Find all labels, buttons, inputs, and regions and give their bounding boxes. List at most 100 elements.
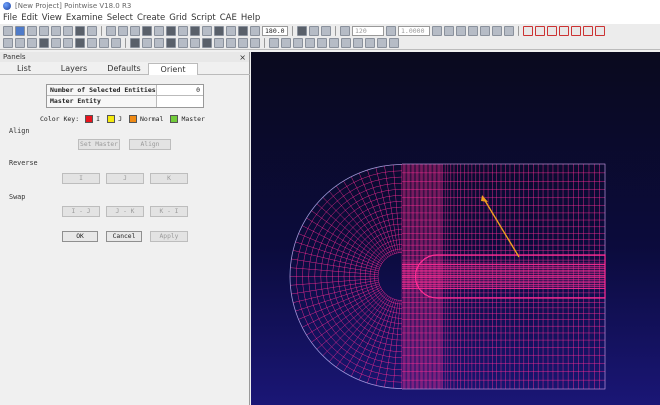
new-file-icon[interactable] — [3, 25, 13, 36]
unstructured-domain-icon[interactable] — [154, 38, 164, 48]
apply-button[interactable]: Apply — [150, 231, 188, 242]
display-icon[interactable] — [269, 38, 279, 48]
conic-icon[interactable] — [87, 38, 97, 48]
swap-jk-button[interactable]: J - K — [106, 206, 144, 217]
line-icon[interactable] — [3, 38, 13, 48]
zx-view-icon[interactable] — [547, 25, 557, 36]
point-icon[interactable] — [51, 38, 61, 48]
spacing-field[interactable]: 1.0000 — [398, 25, 430, 36]
spacing-tool-icon[interactable] — [386, 25, 396, 36]
polyline-icon[interactable] — [99, 38, 109, 48]
split-icon[interactable] — [202, 25, 212, 36]
pick-icon[interactable] — [377, 38, 387, 48]
copy-icon[interactable] — [118, 25, 128, 36]
domain-icon[interactable] — [309, 25, 319, 36]
cae-icon[interactable] — [250, 38, 260, 48]
measure-icon[interactable] — [432, 25, 442, 36]
zy-view-icon[interactable] — [583, 25, 593, 36]
delete-icon[interactable] — [63, 25, 73, 36]
show-icon[interactable] — [353, 38, 363, 48]
menu-create[interactable]: Create — [137, 13, 165, 23]
xz-view-icon[interactable] — [559, 25, 569, 36]
dimension-field[interactable]: 120 — [352, 25, 384, 36]
solve-icon[interactable] — [456, 25, 466, 36]
lighting-icon[interactable] — [305, 38, 315, 48]
cancel-button[interactable]: Cancel — [106, 231, 142, 242]
block-icon[interactable] — [321, 25, 331, 36]
structured-domain-icon[interactable] — [142, 38, 152, 48]
lock-icon[interactable] — [329, 38, 339, 48]
rotate-icon[interactable] — [154, 25, 164, 36]
menu-grid[interactable]: Grid — [169, 13, 187, 23]
examine-icon[interactable] — [444, 25, 454, 36]
unstructured-block-icon[interactable] — [178, 38, 188, 48]
yz-view-icon[interactable] — [535, 25, 545, 36]
tab-orient[interactable]: Orient — [148, 63, 198, 75]
tab-defaults[interactable]: Defaults — [100, 63, 148, 75]
boundary-icon[interactable] — [226, 38, 236, 48]
connector-icon[interactable] — [39, 38, 49, 48]
menu-view[interactable]: View — [42, 13, 62, 23]
volume-icon[interactable] — [238, 38, 248, 48]
extrude-icon[interactable] — [468, 25, 478, 36]
arrow-icon[interactable] — [389, 38, 399, 48]
xy-view-icon[interactable] — [523, 25, 533, 36]
translate-icon[interactable] — [142, 25, 152, 36]
iso-view-icon[interactable] — [595, 25, 605, 36]
assemble-icon[interactable] — [190, 38, 200, 48]
reverse-i-button[interactable]: I — [62, 173, 100, 184]
align-button[interactable]: Align — [129, 139, 171, 150]
menu-examine[interactable]: Examine — [66, 13, 103, 23]
zoom-value-field[interactable]: 180.0 — [262, 25, 288, 36]
save-icon[interactable] — [27, 25, 37, 36]
swap-ij-button[interactable]: I - J — [62, 206, 100, 217]
paste-icon[interactable] — [130, 25, 140, 36]
reverse-k-button[interactable]: K — [150, 173, 188, 184]
database-icon[interactable] — [214, 38, 224, 48]
ok-button[interactable]: OK — [62, 231, 98, 242]
tab-layers[interactable]: Layers — [48, 63, 100, 75]
reverse-j-button[interactable]: J — [106, 173, 144, 184]
grid-icon[interactable] — [297, 25, 307, 36]
structured-block-icon[interactable] — [166, 38, 176, 48]
menu-file[interactable]: File — [3, 13, 17, 23]
menu-cae[interactable]: CAE — [220, 13, 237, 23]
color-icon[interactable] — [317, 38, 327, 48]
filter-icon[interactable] — [365, 38, 375, 48]
set-master-button[interactable]: Set Master — [78, 139, 120, 150]
hide-icon[interactable] — [341, 38, 351, 48]
wireframe-icon[interactable] — [293, 38, 303, 48]
layer-icon[interactable] — [202, 38, 212, 48]
menu-script[interactable]: Script — [191, 13, 216, 23]
line-tool-icon[interactable] — [340, 25, 350, 36]
swap-ki-button[interactable]: K - I — [150, 206, 188, 217]
spline-icon[interactable] — [75, 38, 85, 48]
menu-select[interactable]: Select — [107, 13, 133, 23]
curve-icon[interactable] — [27, 38, 37, 48]
mesh-canvas[interactable] — [251, 52, 660, 405]
redo-icon[interactable] — [51, 25, 61, 36]
arc-icon[interactable] — [15, 38, 25, 48]
close-icon[interactable]: × — [239, 53, 246, 62]
spacing-icon[interactable] — [238, 25, 248, 36]
fillet-icon[interactable] — [111, 38, 121, 48]
distribute-icon[interactable] — [250, 25, 260, 36]
print-icon[interactable] — [75, 25, 85, 36]
shade-icon[interactable] — [281, 38, 291, 48]
scale-icon[interactable] — [166, 25, 176, 36]
help-icon[interactable] — [87, 25, 97, 36]
orient-icon[interactable] — [226, 25, 236, 36]
smooth-icon[interactable] — [480, 25, 490, 36]
shield-icon[interactable] — [130, 38, 140, 48]
refine-icon[interactable] — [492, 25, 502, 36]
menu-help[interactable]: Help — [241, 13, 260, 23]
menu-edit[interactable]: Edit — [21, 13, 37, 23]
yx-view-icon[interactable] — [571, 25, 581, 36]
open-file-icon[interactable] — [15, 25, 25, 36]
circle-icon[interactable] — [63, 38, 73, 48]
graphics-viewport[interactable] — [251, 52, 660, 405]
undo-icon[interactable] — [39, 25, 49, 36]
tab-list[interactable]: List — [0, 63, 48, 75]
edit-icon[interactable] — [106, 25, 116, 36]
mirror-icon[interactable] — [178, 25, 188, 36]
